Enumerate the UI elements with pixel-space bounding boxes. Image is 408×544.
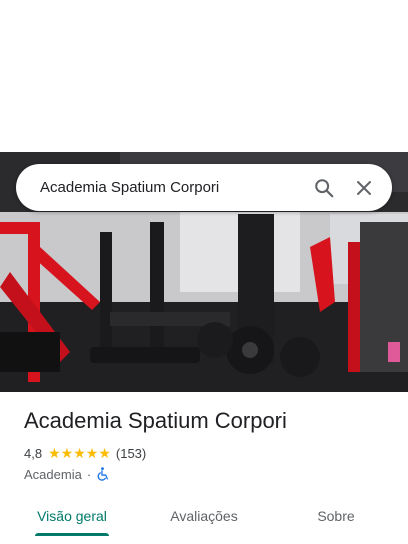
rating-value: 4,8 bbox=[24, 445, 43, 461]
tab-about[interactable]: Sobre bbox=[296, 496, 376, 536]
wheelchair-icon bbox=[97, 467, 109, 481]
rating-row[interactable]: 4,8 ★ ★ ★ ★ ★ (153) bbox=[24, 444, 146, 462]
search-button[interactable] bbox=[310, 174, 338, 202]
star-icon: ★ bbox=[73, 445, 86, 461]
tab-reviews[interactable]: Avaliações bbox=[156, 496, 252, 536]
place-category: Academia bbox=[24, 466, 82, 482]
separator: · bbox=[86, 466, 92, 482]
clear-search-button[interactable] bbox=[350, 174, 378, 202]
star-icon: ★ bbox=[98, 445, 111, 461]
star-icon: ★ bbox=[85, 445, 99, 461]
tab-overview[interactable]: Visão geral bbox=[24, 496, 120, 536]
close-icon bbox=[357, 180, 371, 195]
category-row: Academia · bbox=[24, 465, 109, 483]
star-icon: ★ bbox=[60, 445, 74, 461]
place-tabs: Visão geral Avaliações Sobre bbox=[0, 496, 408, 536]
review-count[interactable]: (153) bbox=[116, 446, 146, 461]
search-icon bbox=[315, 178, 334, 197]
star-rating: ★ ★ ★ ★ ★ bbox=[48, 446, 111, 460]
star-icon: ★ bbox=[48, 445, 61, 461]
active-tab-indicator bbox=[35, 533, 109, 536]
search-input[interactable]: Academia Spatium Corpori bbox=[40, 179, 310, 196]
place-name: Academia Spatium Corpori bbox=[24, 408, 287, 433]
search-box[interactable]: Academia Spatium Corpori bbox=[16, 164, 392, 211]
